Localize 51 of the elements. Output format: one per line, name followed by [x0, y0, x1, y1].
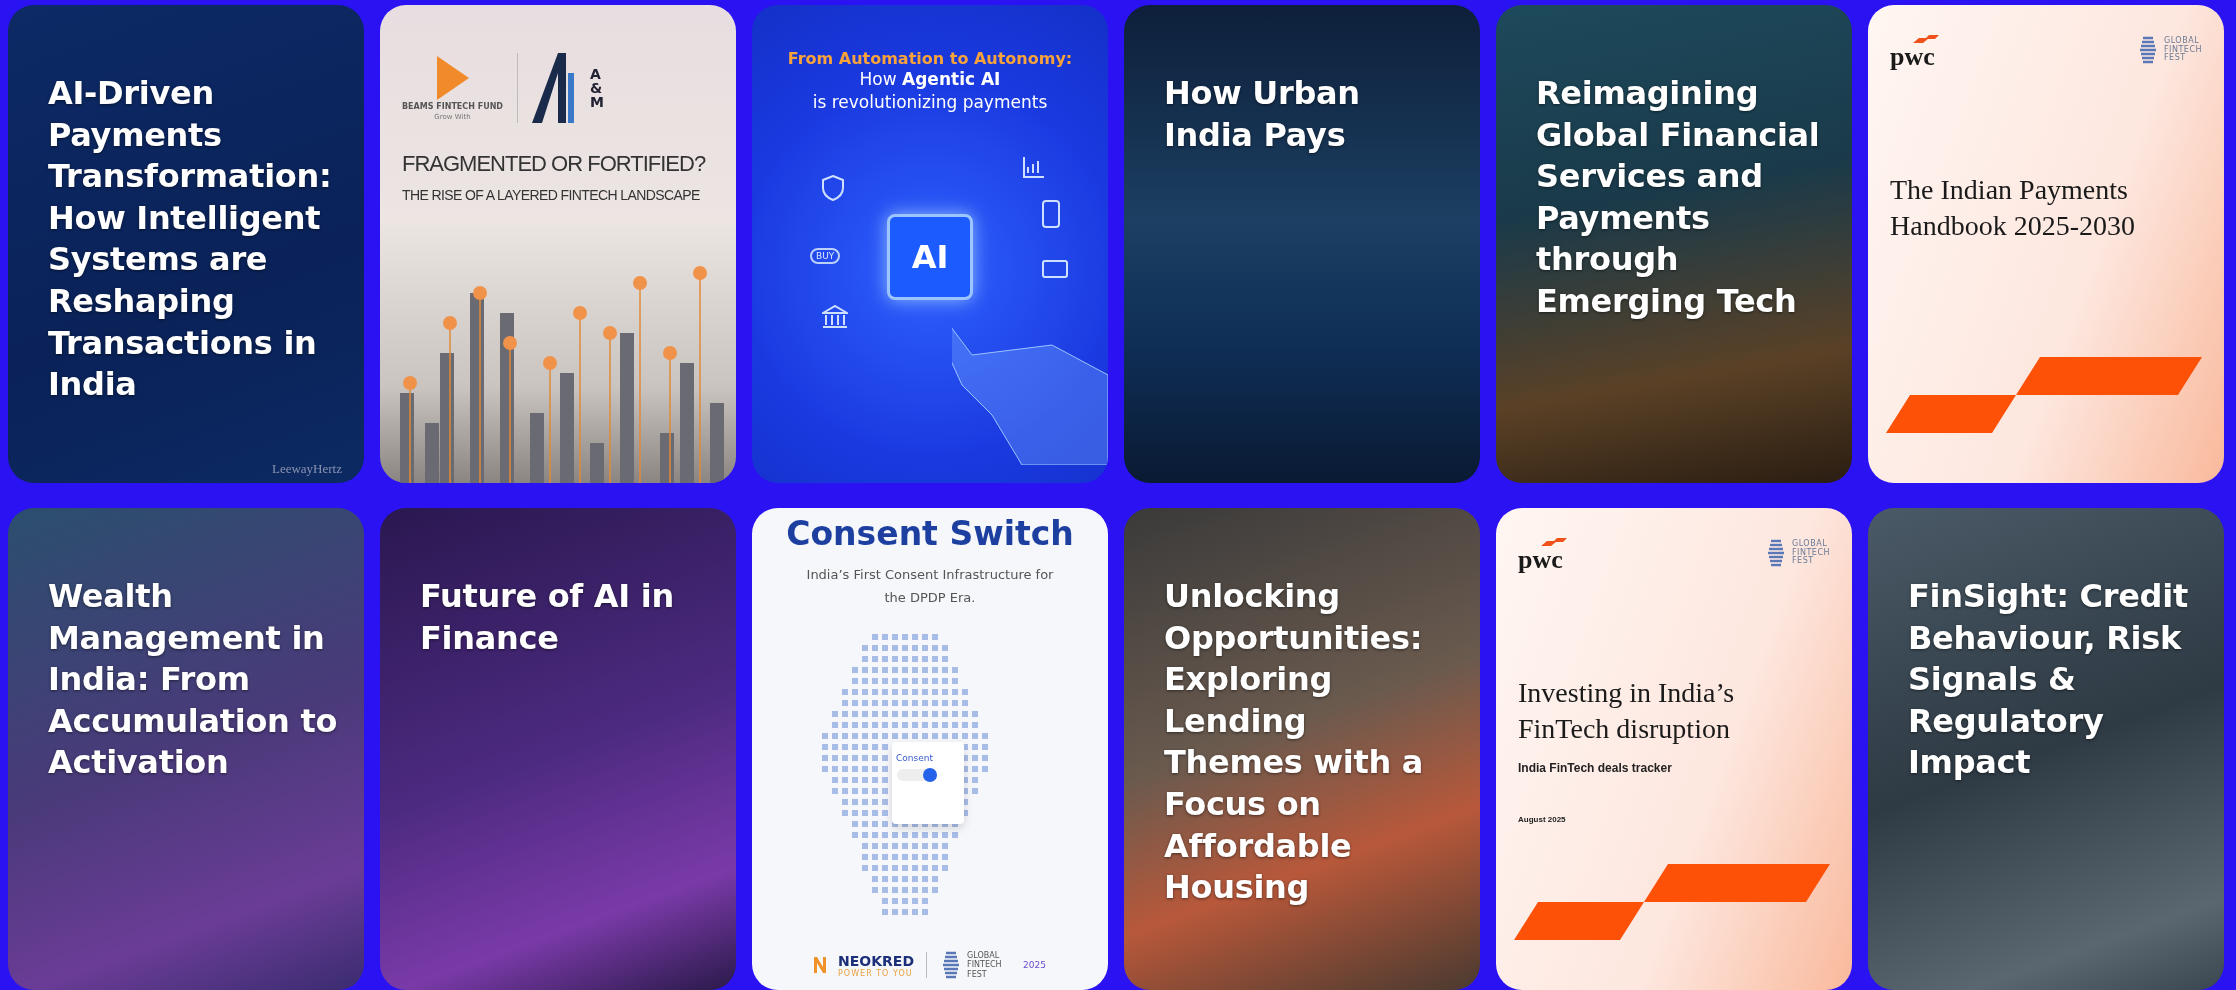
report-card[interactable]: FinSight: Credit Behaviour, Risk Signals & Regulatory Impact	[1868, 508, 2224, 990]
buy-badge: BUY	[810, 248, 841, 264]
card-title: The Indian Payments Handbook 2025-2030	[1890, 172, 2136, 243]
report-card[interactable]: Consent Switch India’s First Consent Infrastructure for the DPDP Era. Consent NEOKRED POWER TO YOU GLOBAL FINTECH FEST 2025	[752, 508, 1108, 990]
chart-icon	[1022, 155, 1046, 179]
card-title: Consent Switch	[786, 514, 1074, 553]
card-title: How Urban India Pays	[1164, 73, 1361, 156]
fan-logo-icon	[435, 55, 470, 100]
report-card[interactable]: pwc GLOBAL FINTECH FEST The Indian Payments Handbook 2025-2030	[1868, 5, 2224, 483]
card-headline: From Automation to Autonomy:	[787, 49, 1073, 68]
card-title: Future of AI in Finance	[420, 576, 675, 659]
card-subtitle: India’s First Consent Infrastructure for the DPDP Era.	[805, 566, 1055, 608]
stripes-icon	[1886, 357, 2202, 433]
report-card[interactable]: From Automation to Autonomy: How Agentic AI is revolutionizing payments BUY AI	[752, 5, 1108, 483]
card-title: Investing in India’s FinTech disruption	[1518, 675, 1736, 746]
fest-logo-text: GLOBAL FINTECH FEST	[1792, 539, 1831, 567]
card-subtitle: How Agentic AI	[859, 68, 1001, 91]
report-card[interactable]: Future of AI in Finance	[380, 508, 736, 990]
card-icon	[1042, 260, 1068, 278]
ai-chip: AI	[887, 213, 973, 300]
phone-icon	[1042, 200, 1060, 228]
stripes-icon	[1514, 864, 1830, 940]
fund-name: BEAMS FINTECH FUND	[402, 101, 503, 111]
card-subtitle: THE RISE OF A LAYERED FINTECH LANDSCAPE	[402, 187, 700, 203]
card-title: AI-Driven Payments Transformation: How Intelligent Systems are Reshaping Transactions in India	[48, 73, 333, 406]
brand-tagline: POWER TO YOU	[838, 968, 914, 978]
report-card[interactable]: Wealth Management in India: From Accumulation to Activation	[8, 508, 364, 990]
card-title: Wealth Management in India: From Accumulation to Activation	[48, 576, 338, 784]
year-text: 2025	[1023, 960, 1046, 970]
report-card[interactable]: Reimagining Global Financial Services and Payments through Emerging Tech	[1496, 5, 1852, 483]
card-title: Reimagining Global Financial Services and Payments through Emerging Tech	[1536, 73, 1821, 322]
card-subtitle: is revolutionizing payments	[812, 90, 1048, 114]
card-title: FRAGMENTED OR FORTIFIED?	[402, 151, 706, 177]
tower-logo-icon	[531, 53, 576, 123]
shield-lock-icon	[822, 175, 844, 201]
credit-text: LeewayHertz	[272, 461, 342, 477]
report-card[interactable]: AI-Driven Payments Transformation: How Intelligent Systems are Reshaping Transactions in India LeewayHertz	[8, 5, 364, 483]
fest-logo-text: GLOBAL FINTECH FEST	[2164, 36, 2203, 64]
brand-logo: NEOKRED	[838, 952, 915, 969]
card-title: FinSight: Credit Behaviour, Risk Signals & Regulatory Impact	[1908, 576, 2189, 784]
document-label: Consent	[896, 752, 933, 763]
partner-logo-text: A&M	[589, 67, 604, 109]
neokred-logo-icon	[814, 957, 827, 973]
card-title: Unlocking Opportunities: Exploring Lending Themes with a Focus on Affordable Housing	[1164, 576, 1424, 909]
date-text: August 2025	[1518, 815, 1567, 825]
fest-logo-text: GLOBAL FINTECH FEST	[967, 951, 1003, 979]
report-card[interactable]: Unlocking Opportunities: Exploring Lending Themes with a Focus on Affordable Housing	[1124, 508, 1480, 990]
report-card[interactable]: How Urban India Pays	[1124, 5, 1480, 483]
card-subtitle: India FinTech deals tracker	[1518, 761, 1673, 776]
report-card[interactable]: pwc GLOBAL FINTECH FEST Investing in India’s FinTech disruption India FinTech deals tracker August 2025	[1496, 508, 1852, 990]
bank-icon	[822, 305, 848, 329]
